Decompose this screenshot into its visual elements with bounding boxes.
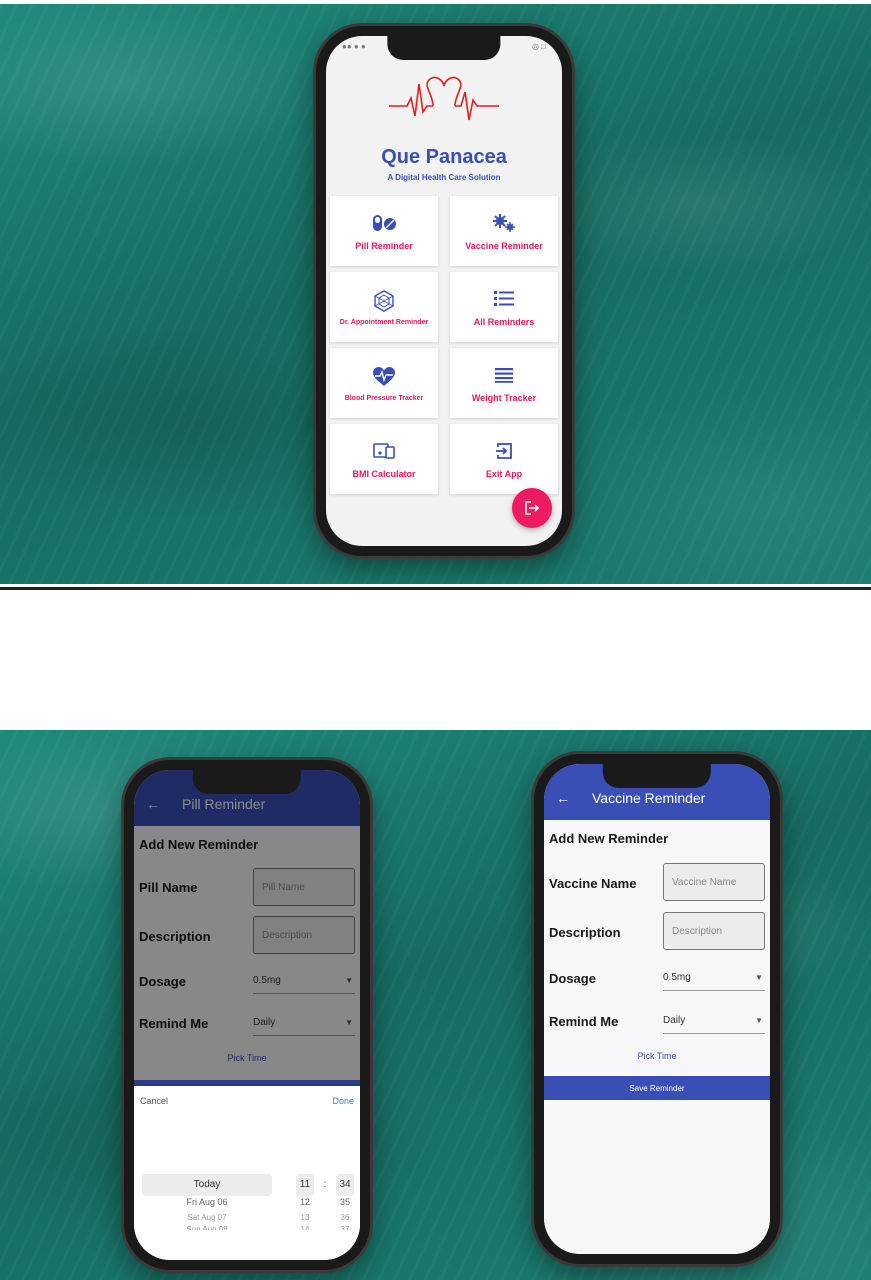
app-subtitle: A Digital Health Care Solution [387, 173, 501, 182]
modal-overlay[interactable] [134, 770, 360, 1080]
tile-label: Vaccine Reminder [465, 241, 543, 251]
back-arrow-icon[interactable]: ← [556, 790, 570, 806]
form-body: Add New Reminder Vaccine Name Vaccine Na… [544, 820, 770, 1254]
top-background: ●● ● ● ◎ □ Que Panacea A Digital Health … [0, 4, 871, 584]
bmi-calculator-tile[interactable]: BMI Calculator [330, 424, 438, 494]
notch [192, 770, 302, 794]
tile-label: BMI Calculator [352, 469, 416, 479]
app-bar-title: Vaccine Reminder [592, 790, 706, 806]
dropdown-caret-icon: ▼ [755, 1016, 763, 1025]
picker-minute-option[interactable]: 34 [336, 1179, 354, 1190]
status-icons-right: ◎ □ [531, 42, 546, 51]
dropdown-caret-icon: ▼ [755, 973, 763, 982]
picker-minute-option[interactable]: 37 [336, 1225, 354, 1230]
blood-pressure-tile[interactable]: Blood Pressure Tracker [330, 348, 438, 418]
tile-label: Pill Reminder [355, 241, 413, 251]
logout-icon [525, 501, 540, 515]
remind-me-select[interactable]: Daily ▼ [663, 1008, 765, 1034]
picker-hour-option[interactable]: 14 [296, 1225, 314, 1230]
picker-hour-option[interactable]: 12 [296, 1197, 314, 1207]
heartbeat-logo [389, 76, 499, 121]
pick-time-button[interactable]: Pick Time [544, 1051, 770, 1061]
logout-fab[interactable] [512, 488, 552, 528]
pill-reminder-phone: ← Pill Reminder Add New Reminder Pill Na… [124, 760, 370, 1270]
vaccine-reminder-screen: ← Vaccine Reminder Add New Reminder Vacc… [544, 764, 770, 1254]
tile-label: Exit App [485, 469, 523, 479]
weight-tracker-tile[interactable]: Weight Tracker [450, 348, 558, 418]
pill-reminder-screen: ← Pill Reminder Add New Reminder Pill Na… [134, 770, 360, 1260]
gears-icon [491, 211, 517, 235]
tile-label: Dr. Appointment Reminder [339, 318, 429, 326]
pill-icon [371, 211, 397, 235]
vaccine-name-input[interactable]: Vaccine Name [663, 863, 765, 901]
tile-label: All Reminders [473, 317, 535, 327]
section-divider [0, 587, 871, 590]
list-icon [494, 287, 514, 311]
dosage-value: 0.5mg [663, 972, 691, 983]
notch [387, 36, 501, 60]
heart-pulse-icon [373, 365, 395, 389]
remind-me-label: Remind Me [549, 1014, 619, 1029]
tile-label: Weight Tracker [471, 393, 537, 403]
home-phone: ●● ● ● ◎ □ Que Panacea A Digital Health … [316, 26, 572, 556]
dosage-select[interactable]: 0.5mg ▼ [663, 965, 765, 991]
hexagon-icon [373, 289, 395, 313]
pill-reminder-tile[interactable]: Pill Reminder [330, 196, 438, 266]
menu-lines-icon [495, 363, 513, 387]
vaccine-name-label: Vaccine Name [549, 876, 637, 891]
exit-icon [495, 439, 513, 463]
status-icons-left: ●● ● ● [342, 42, 366, 51]
dosage-label: Dosage [549, 971, 596, 986]
description-label: Description [549, 925, 621, 940]
picker-minute-option[interactable]: 35 [336, 1197, 354, 1207]
picker-cancel-button[interactable]: Cancel [140, 1096, 168, 1106]
picker-date-option[interactable]: Sun Aug 08 [142, 1225, 272, 1230]
all-reminders-tile[interactable]: All Reminders [450, 272, 558, 342]
bottom-background: ← Pill Reminder Add New Reminder Pill Na… [0, 730, 871, 1280]
picker-date-option[interactable]: Fri Aug 06 [142, 1197, 272, 1207]
exit-app-tile[interactable]: Exit App [450, 424, 558, 494]
picker-date-option[interactable]: Today [142, 1179, 272, 1190]
save-reminder-button[interactable]: Save Reminder [544, 1076, 770, 1100]
vaccine-reminder-tile[interactable]: Vaccine Reminder [450, 196, 558, 266]
notch [602, 764, 712, 788]
date-time-picker: Cancel Done Today Fri Aug 06 Sat Aug 07 … [134, 1086, 360, 1260]
picker-minute-option[interactable]: 36 [336, 1213, 354, 1222]
vaccine-reminder-phone: ← Vaccine Reminder Add New Reminder Vacc… [534, 754, 780, 1264]
dr-appointment-tile[interactable]: Dr. Appointment Reminder [330, 272, 438, 342]
home-screen: ●● ● ● ◎ □ Que Panacea A Digital Health … [326, 36, 562, 546]
picker-date-option[interactable]: Sat Aug 07 [142, 1213, 272, 1222]
picker-hour-option[interactable]: 13 [296, 1213, 314, 1222]
picker-time-separator: : [323, 1179, 327, 1190]
devices-icon [373, 439, 395, 463]
app-title: Que Panacea [381, 146, 507, 168]
form-heading: Add New Reminder [549, 831, 669, 846]
picker-hour-option[interactable]: 11 [296, 1179, 314, 1190]
menu-grid: Pill Reminder Vaccine Reminder Dr. Appoi… [330, 196, 558, 494]
tile-label: Blood Pressure Tracker [344, 394, 424, 402]
description-input[interactable]: Description [663, 912, 765, 950]
picker-done-button[interactable]: Done [332, 1096, 354, 1106]
remind-me-value: Daily [663, 1015, 686, 1026]
